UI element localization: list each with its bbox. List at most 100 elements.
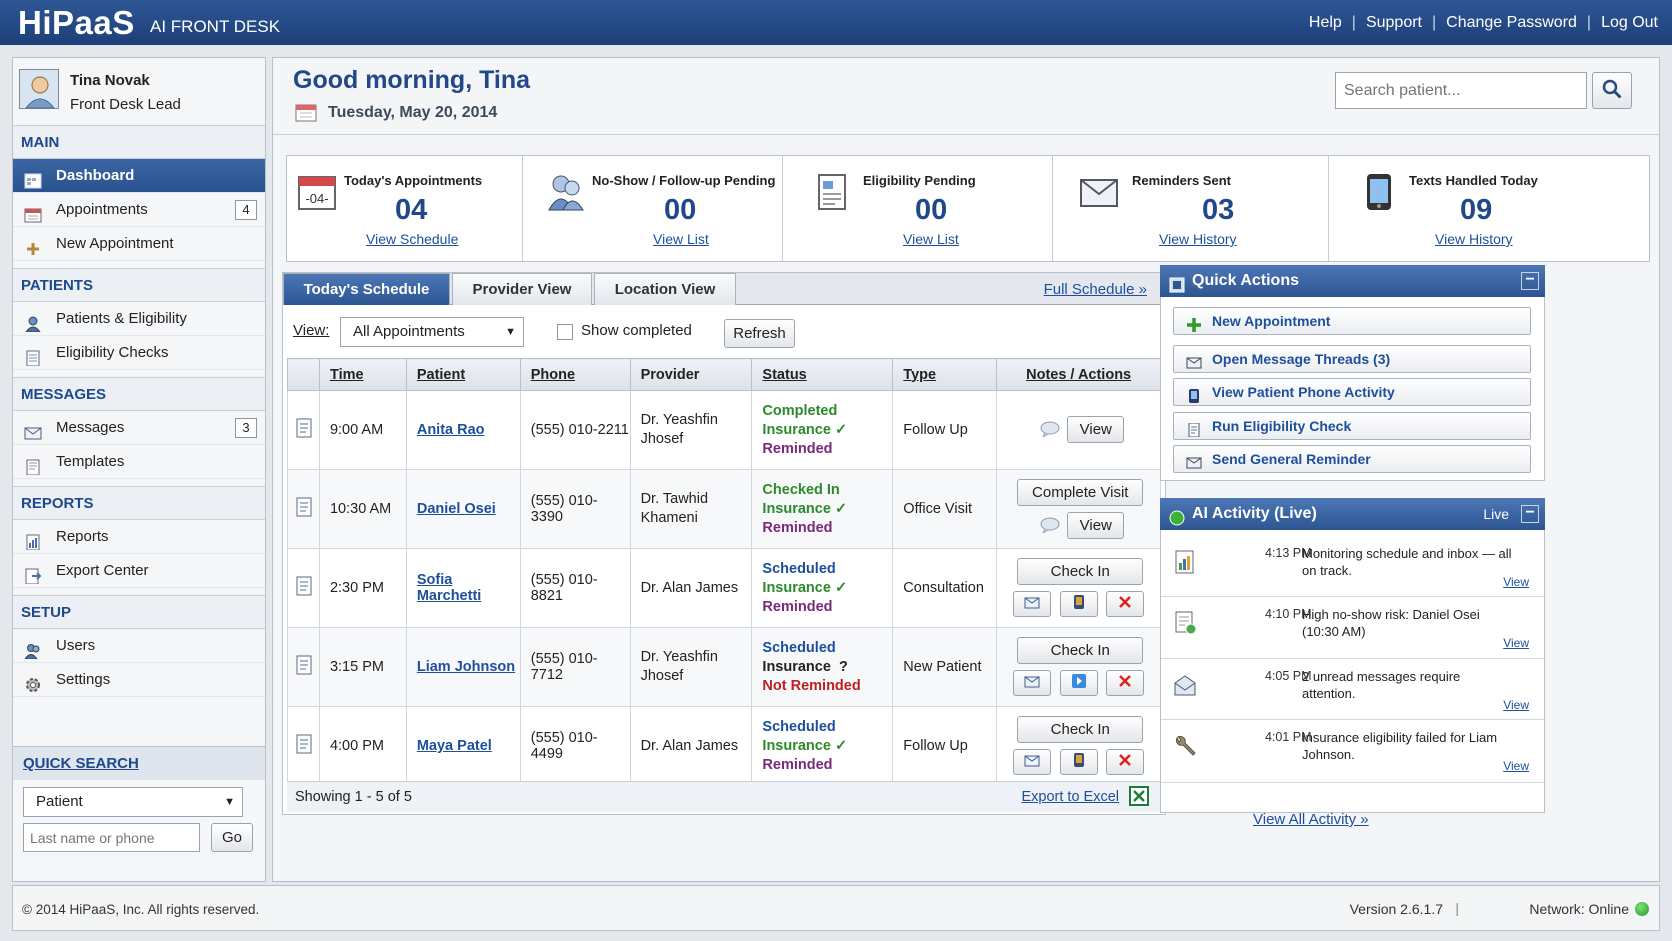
search-type-select[interactable]: Patient: [23, 787, 243, 817]
sidebar-item-settings[interactable]: Settings: [13, 663, 265, 697]
send-message-button[interactable]: [1013, 670, 1052, 696]
check-in-button[interactable]: Check In: [1017, 716, 1144, 743]
column-header-type[interactable]: Type: [892, 358, 998, 391]
tab-location-view[interactable]: Location View: [594, 273, 736, 305]
complete-visit-button[interactable]: Complete Visit: [1017, 479, 1144, 506]
go-button[interactable]: Go: [211, 823, 253, 852]
support-link[interactable]: Support: [1366, 14, 1422, 32]
close-icon: [1118, 674, 1132, 692]
users-icon: [24, 638, 42, 660]
activity-view-link[interactable]: View: [1503, 698, 1529, 712]
divider: [273, 134, 1659, 135]
activity-message: Monitoring schedule and inbox — all on t…: [1302, 546, 1512, 578]
note-icon[interactable]: [1039, 421, 1061, 441]
patient-link[interactable]: Sofia Marchetti: [417, 572, 481, 604]
ai-activity-body: 4:13 PM Monitoring schedule and inbox — …: [1160, 530, 1545, 828]
divider: [13, 370, 265, 378]
view-history-link[interactable]: View History: [1435, 231, 1513, 247]
help-link[interactable]: Help: [1309, 14, 1342, 32]
send-reminder-button[interactable]: [1060, 670, 1099, 696]
open-message-threads-action[interactable]: Open Message Threads (3): [1173, 345, 1531, 373]
change-password-link[interactable]: Change Password: [1446, 14, 1577, 32]
envelope-open-icon: [1173, 673, 1197, 697]
view-schedule-link[interactable]: View Schedule: [366, 231, 458, 247]
patient-link[interactable]: Liam Johnson: [417, 659, 515, 675]
column-header-patient[interactable]: Patient: [405, 358, 521, 391]
cancel-appointment-button[interactable]: [1106, 591, 1145, 617]
collapse-button[interactable]: −: [1521, 505, 1539, 523]
search-patient-input[interactable]: [1335, 72, 1587, 109]
sidebar-item-patients-eligibility[interactable]: Patients & Eligibility: [13, 302, 265, 336]
sidebar-item-dashboard[interactable]: Dashboard: [13, 159, 265, 193]
top-bar: HiPaaS AI FRONT DESK Help | Support | Ch…: [0, 0, 1672, 45]
quick-actions-panel: Quick Actions − New Appointment Open Mes…: [1160, 265, 1545, 481]
export-to-excel-link[interactable]: Export to Excel: [1021, 789, 1119, 805]
column-header-time[interactable]: Time: [318, 358, 407, 391]
view-button[interactable]: View: [1067, 416, 1125, 443]
stat-eligibility-pending: Eligibility Pending 00 View List: [783, 156, 1053, 261]
row-icon-cell: [287, 469, 320, 549]
document-icon: [1186, 419, 1202, 438]
activity-view-link[interactable]: View: [1503, 575, 1529, 589]
view-list-link[interactable]: View List: [653, 231, 709, 247]
log-out-link[interactable]: Log Out: [1601, 14, 1658, 32]
check-in-button[interactable]: Check In: [1017, 558, 1144, 585]
envelope-icon: [1024, 596, 1040, 613]
stat-value: 00: [664, 194, 697, 226]
sidebar-item-templates[interactable]: Templates: [13, 445, 265, 479]
sidebar-item-eligibility-checks[interactable]: Eligibility Checks: [13, 336, 265, 370]
refresh-button[interactable]: Refresh: [724, 319, 795, 348]
quick-search-input[interactable]: [23, 823, 200, 852]
view-filter-select[interactable]: All Appointments: [340, 317, 524, 347]
patient-link[interactable]: Daniel Osei: [417, 501, 496, 517]
collapse-button[interactable]: −: [1521, 272, 1539, 290]
column-header-status[interactable]: Status: [751, 358, 894, 391]
view-history-link[interactable]: View History: [1159, 231, 1237, 247]
calendar-icon: -04-: [297, 172, 337, 212]
sidebar-item-appointments[interactable]: Appointments 4: [13, 193, 265, 227]
sidebar-item-reports[interactable]: Reports: [13, 520, 265, 554]
search-button[interactable]: [1592, 72, 1632, 109]
view-patient-phone-activity-action[interactable]: View Patient Phone Activity: [1173, 378, 1531, 406]
column-header-phone[interactable]: Phone: [519, 358, 631, 391]
status-primary: Scheduled: [762, 639, 836, 656]
send-general-reminder-action[interactable]: Send General Reminder: [1173, 445, 1531, 473]
play-icon: [1072, 674, 1087, 692]
activity-view-link[interactable]: View: [1503, 759, 1529, 773]
patient-link[interactable]: Maya Patel: [417, 738, 492, 754]
cancel-appointment-button[interactable]: [1106, 670, 1145, 696]
stat-value: 04: [395, 194, 428, 226]
show-completed-checkbox[interactable]: [557, 324, 573, 340]
tab-provider-view[interactable]: Provider View: [452, 273, 592, 305]
call-button[interactable]: [1060, 749, 1099, 775]
check-in-button[interactable]: Check In: [1017, 637, 1144, 664]
new-appointment-action[interactable]: New Appointment: [1173, 307, 1531, 335]
sidebar-item-users[interactable]: Users: [13, 629, 265, 663]
cancel-appointment-button[interactable]: [1106, 749, 1145, 775]
row-icon-cell: [287, 627, 320, 707]
activity-view-link[interactable]: View: [1503, 636, 1529, 650]
excel-icon[interactable]: [1129, 786, 1149, 806]
view-button[interactable]: View: [1067, 512, 1125, 539]
send-message-button[interactable]: [1013, 591, 1052, 617]
view-list-link[interactable]: View List: [903, 231, 959, 247]
run-eligibility-check-action[interactable]: Run Eligibility Check: [1173, 412, 1531, 440]
actions-cell: View: [996, 390, 1161, 470]
envelope-icon: [24, 420, 42, 440]
full-schedule-link[interactable]: Full Schedule »: [1044, 281, 1147, 298]
section-setup: SETUP: [13, 596, 265, 629]
close-icon: [1118, 595, 1132, 613]
tab-todays-schedule[interactable]: Today's Schedule: [283, 273, 450, 305]
sidebar-item-export-center[interactable]: Export Center: [13, 554, 265, 588]
call-button[interactable]: [1060, 591, 1099, 617]
sidebar-item-messages[interactable]: Messages 3: [13, 411, 265, 445]
patient-link[interactable]: Anita Rao: [417, 422, 485, 438]
section-reports: REPORTS: [13, 487, 265, 520]
sidebar-item-new-appointment[interactable]: New Appointment: [13, 227, 265, 261]
separator: |: [1432, 14, 1437, 31]
note-icon[interactable]: [1039, 517, 1061, 537]
view-all-activity-link[interactable]: View All Activity »: [1253, 811, 1369, 828]
send-message-button[interactable]: [1013, 749, 1052, 775]
greeting: Good morning, Tina: [293, 66, 531, 94]
patient-cell: Liam Johnson: [405, 627, 521, 707]
